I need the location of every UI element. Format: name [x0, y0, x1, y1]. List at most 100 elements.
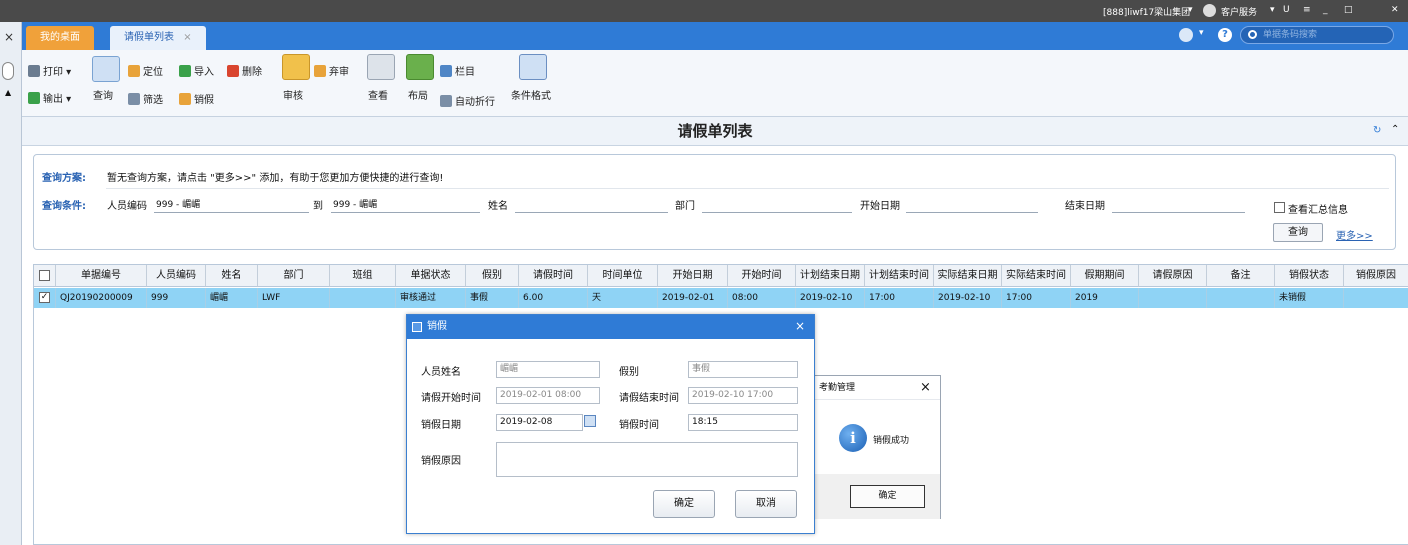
close-icon[interactable]: ✕	[1391, 5, 1399, 15]
column-header[interactable]: 开始时间	[728, 265, 796, 287]
restore-icon[interactable]: □	[1344, 5, 1353, 15]
column-header[interactable]: 备注	[1207, 265, 1275, 287]
view-icon[interactable]	[367, 54, 395, 80]
pin-icon[interactable]: U	[1283, 5, 1290, 15]
user-icon[interactable]	[1179, 28, 1193, 42]
column-header[interactable]: 请假时间	[519, 265, 588, 287]
end-date-field[interactable]	[1112, 212, 1245, 213]
collapse-icon[interactable]: ⌃	[1391, 124, 1399, 135]
row-select[interactable]: ✓	[34, 288, 56, 308]
table-cell[interactable]: 17:00	[865, 288, 934, 308]
export-button[interactable]: 输出 ▾	[28, 90, 71, 105]
table-cell[interactable]: LWF	[258, 288, 330, 308]
table-cell[interactable]	[1139, 288, 1207, 308]
chevron-up-icon[interactable]: ▲	[5, 88, 11, 97]
dropdown-icon[interactable]: ▾	[1188, 5, 1193, 15]
column-header[interactable]: 请假原因	[1139, 265, 1207, 287]
column-header[interactable]: 班组	[330, 265, 396, 287]
table-cell[interactable]: 事假	[466, 288, 519, 308]
audit-icon[interactable]	[282, 54, 310, 80]
columns-button[interactable]: 栏目	[440, 63, 475, 78]
table-cell[interactable]	[1344, 288, 1408, 308]
dropdown-icon[interactable]: ▾	[1199, 28, 1204, 38]
table-cell[interactable]: QJ20190200009	[56, 288, 147, 308]
table-cell[interactable]: 6.00	[519, 288, 588, 308]
column-header[interactable]: 姓名	[206, 265, 258, 287]
filter-button[interactable]: 筛选	[128, 91, 163, 106]
table-cell[interactable]: 2019-02-10	[796, 288, 865, 308]
column-header[interactable]: 单据编号	[56, 265, 147, 287]
emp-code-to-field[interactable]: 999 - 嵋嵋	[333, 197, 377, 210]
cancel-date-field[interactable]: 2019-02-08	[496, 414, 583, 431]
condition-format-icon[interactable]	[519, 54, 547, 80]
column-header[interactable]: 部门	[258, 265, 330, 287]
table-cell[interactable]: 999	[147, 288, 206, 308]
headset-icon[interactable]	[1203, 4, 1216, 17]
autowrap-button[interactable]: 自动折行	[440, 93, 495, 108]
cancel-time-field[interactable]: 18:15	[688, 414, 798, 431]
menu-icon[interactable]: ≡	[1303, 5, 1311, 15]
summary-checkbox[interactable]	[1274, 202, 1285, 213]
ok-button[interactable]: 确定	[850, 485, 925, 508]
column-header[interactable]: 计划结束时间	[865, 265, 934, 287]
table-cell[interactable]: 未销假	[1275, 288, 1344, 308]
query-button[interactable]: 查询	[1273, 223, 1323, 242]
column-header[interactable]: 实际结束时间	[1002, 265, 1071, 287]
emp-code-from-field[interactable]: 999 - 嵋嵋	[156, 197, 200, 210]
header-select-all[interactable]	[34, 265, 56, 287]
leave-type-field[interactable]: 事假	[688, 361, 798, 378]
calendar-icon[interactable]	[584, 415, 596, 427]
close-icon[interactable]: ×	[795, 319, 805, 333]
table-cell[interactable]: 08:00	[728, 288, 796, 308]
locate-button[interactable]: 定位	[128, 63, 163, 78]
column-header[interactable]: 假期期间	[1071, 265, 1139, 287]
cancel-button[interactable]: 取消	[735, 490, 797, 518]
refresh-icon[interactable]: ↻	[1373, 125, 1381, 136]
start-date-field[interactable]	[906, 212, 1038, 213]
abandon-button[interactable]: 弃审	[314, 63, 349, 78]
delete-button[interactable]: 删除	[227, 63, 262, 78]
table-cell[interactable]: 2019	[1071, 288, 1139, 308]
leave-start-field[interactable]: 2019-02-01 08:00	[496, 387, 600, 404]
tab-leave-list[interactable]: 请假单列表 ×	[110, 26, 206, 50]
cancel-reason-field[interactable]	[496, 442, 798, 477]
tab-desktop[interactable]: 我的桌面	[26, 26, 94, 50]
table-cell[interactable]: 审核通过	[396, 288, 466, 308]
help-icon[interactable]: ?	[1218, 28, 1232, 42]
column-header[interactable]: 销假原因	[1344, 265, 1408, 287]
close-icon[interactable]: ×	[183, 32, 191, 43]
query-icon[interactable]	[92, 56, 120, 82]
column-header[interactable]: 开始日期	[658, 265, 728, 287]
column-header[interactable]: 假别	[466, 265, 519, 287]
table-cell[interactable]: 天	[588, 288, 658, 308]
view-label[interactable]: 查看	[368, 87, 388, 102]
table-cell[interactable]: 2019-02-01	[658, 288, 728, 308]
column-header[interactable]: 实际结束日期	[934, 265, 1002, 287]
more-link[interactable]: 更多>>	[1336, 227, 1373, 242]
table-cell[interactable]	[330, 288, 396, 308]
row-checkbox[interactable]: ✓	[39, 292, 50, 303]
search-input[interactable]: 单据条码搜索	[1240, 26, 1394, 44]
print-button[interactable]: 打印 ▾	[28, 63, 71, 78]
table-cell[interactable]: 17:00	[1002, 288, 1071, 308]
condition-format-label[interactable]: 条件格式	[511, 87, 551, 102]
customer-service-label[interactable]: 客户服务	[1221, 5, 1257, 18]
column-header[interactable]: 销假状态	[1275, 265, 1344, 287]
dropdown-icon[interactable]: ▾	[1270, 5, 1275, 15]
query-label[interactable]: 查询	[93, 87, 113, 102]
column-header[interactable]: 单据状态	[396, 265, 466, 287]
cancel-leave-button[interactable]: 销假	[179, 91, 214, 106]
table-cell[interactable]: 嵋嵋	[206, 288, 258, 308]
layout-icon[interactable]	[406, 54, 434, 80]
leave-end-field[interactable]: 2019-02-10 17:00	[688, 387, 798, 404]
layout-label[interactable]: 布局	[408, 87, 428, 102]
confirm-button[interactable]: 确定	[653, 490, 715, 518]
scroll-handle[interactable]	[2, 62, 14, 80]
close-icon[interactable]: ×	[920, 380, 931, 395]
column-header[interactable]: 时间单位	[588, 265, 658, 287]
table-cell[interactable]	[1207, 288, 1275, 308]
column-header[interactable]: 计划结束日期	[796, 265, 865, 287]
table-cell[interactable]: 2019-02-10	[934, 288, 1002, 308]
name-field[interactable]	[515, 212, 668, 213]
minimize-icon[interactable]: _	[1323, 5, 1328, 15]
